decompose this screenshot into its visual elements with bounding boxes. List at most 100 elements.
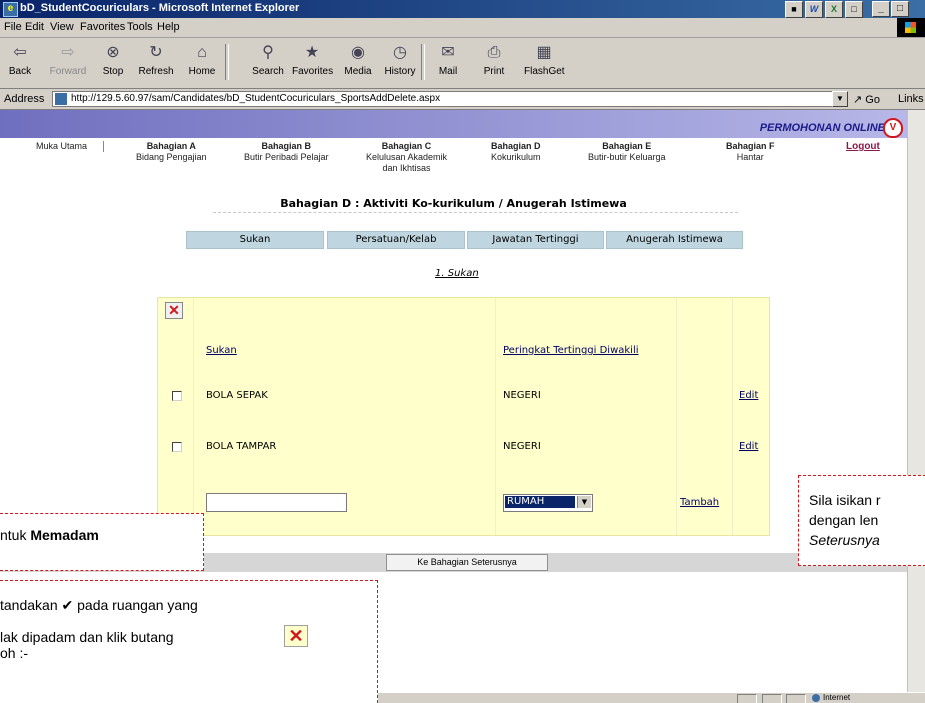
delete-icon: ✕ [284,625,308,647]
flashget-icon: ▦ [536,44,552,61]
browser-toolbar: ⇦ Back ⇨ Forward ⊗ Stop ↻ Refresh ⌂ Home… [0,38,925,89]
brand-logo-icon: V [883,118,903,138]
nav-bahagian-c[interactable]: Bahagian C Kelulusan Akademik dan Ikhtis… [366,141,447,174]
nav-muka-utama[interactable]: Muka Utama [36,141,87,152]
column-divider [193,298,194,535]
tab-anugerah-istimewa[interactable]: Anugerah Istimewa [606,231,743,249]
callout-line: Seterusnya [809,532,880,548]
window-title: bD_StudentCocuriculars - Microsoft Inter… [20,2,300,14]
column-divider [495,298,496,535]
window-icon[interactable]: □ [845,1,863,18]
toolbar-separator [225,44,229,80]
nav-item-title: Bahagian F [726,141,775,151]
nav-bahagian-e[interactable]: Bahagian E Butir-butir Keluarga [588,141,666,163]
address-url: http://129.5.60.97/sam/Candidates/bD_Stu… [71,93,441,104]
level-select[interactable]: RUMAH ▼ [503,494,593,512]
menu-file[interactable]: File [4,21,22,33]
edit-link[interactable]: Edit [739,441,758,452]
tab-persatuan-kelab[interactable]: Persatuan/Kelab [327,231,465,249]
address-dropdown-button[interactable]: ▼ [832,91,848,107]
print-button[interactable]: ⎙ Print [474,42,514,77]
tab-jawatan-tertinggi[interactable]: Jawatan Tertinggi [467,231,604,249]
menu-edit[interactable]: Edit [25,21,44,33]
refresh-button[interactable]: ↻ Refresh [136,42,176,77]
menu-help[interactable]: Help [157,21,180,33]
nav-bahagian-a[interactable]: Bahagian A Bidang Pengajian [136,141,207,163]
column-header-sukan[interactable]: Sukan [206,345,237,356]
new-sport-input[interactable] [206,493,347,512]
callout-bold-text: Memadam [30,527,99,543]
print-icon: ⎙ [487,44,501,61]
callout-line: Sila isikan r [809,492,881,508]
header-banner: PERMOHONAN ONLINE V [0,110,907,138]
row-checkbox[interactable] [172,442,182,452]
stop-button[interactable]: ⊗ Stop [93,42,133,77]
menu-tools[interactable]: Tools [127,21,153,33]
windows-logo-icon [897,18,925,37]
title-divider [213,212,738,213]
nav-item-sub: Bidang Pengajian [136,152,207,162]
excel-icon[interactable]: X [825,1,843,18]
favorites-icon: ★ [304,44,320,61]
row-checkbox[interactable] [172,391,182,401]
maximize-button[interactable]: □ [891,1,909,17]
back-button[interactable]: ⇦ Back [0,42,40,77]
print-label: Print [483,66,505,77]
nav-item-title: Bahagian A [146,141,196,151]
history-button[interactable]: ◷ History [380,42,420,77]
column-header-peringkat[interactable]: Peringkat Tertinggi Diwakili [503,345,639,356]
flashget-button[interactable]: ▦ FlashGet [524,42,565,77]
callout-delete-label: ntuk Memadam [0,513,204,571]
vertical-scrollbar[interactable] [907,110,925,692]
nav-item-title: Bahagian C [381,141,432,151]
nav-bahagian-b[interactable]: Bahagian B Butir Peribadi Pelajar [244,141,329,163]
chevron-down-icon[interactable]: ▼ [577,496,591,508]
forward-button[interactable]: ⇨ Forward [48,42,88,77]
mail-button[interactable]: ✉ Mail [428,42,468,77]
media-button[interactable]: ◉ Media [338,42,378,77]
search-button[interactable]: ⚲ Search [248,42,288,77]
toolbar-separator [421,44,425,80]
nav-item-title: Bahagian B [261,141,312,151]
nav-item-sub: Butir-butir Keluarga [588,152,666,162]
media-label: Media [344,66,372,77]
callout-line: dengan len [809,512,879,528]
table-cell-level: NEGERI [503,390,541,401]
nav-bahagian-f[interactable]: Bahagian F Hantar [726,141,775,163]
media-icon: ◉ [351,44,365,61]
history-label: History [384,66,416,77]
back-arrow-icon: ⇦ [13,44,27,61]
address-input[interactable]: http://129.5.60.97/sam/Candidates/bD_Stu… [52,91,838,107]
address-label: Address [4,93,45,105]
home-button[interactable]: ⌂ Home [182,42,222,77]
tab-sukan[interactable]: Sukan [186,231,324,249]
delete-button[interactable]: ✕ [165,302,183,319]
section-title: Bahagian D : Aktiviti Ko-kurikulum / Anu… [280,197,627,210]
links-button[interactable]: Links [898,93,924,105]
subsection-link-sukan[interactable]: 1. Sukan [435,268,479,279]
sports-table: ✕ Sukan Peringkat Tertinggi Diwakili BOL… [157,297,770,536]
menu-view[interactable]: View [50,21,74,33]
app-icon-yellow[interactable]: ■ [785,1,803,18]
nav-item-sub2: dan Ikhtisas [382,163,431,173]
minimize-button[interactable]: _ [872,1,890,17]
nav-item-sub: Hantar [736,152,764,162]
word-icon[interactable]: W [805,1,823,18]
main-nav: Muka Utama Bahagian A Bidang Pengajian B… [0,138,907,178]
status-zone-label: Internet [823,693,851,702]
stop-icon: ⊗ [106,44,120,61]
refresh-icon: ↻ [149,44,163,61]
nav-bahagian-d[interactable]: Bahagian D Kokurikulum [491,141,541,163]
logout-link[interactable]: Logout [846,141,880,152]
next-section-button[interactable]: Ke Bahagian Seterusnya [386,554,548,571]
taskbar-app-icons: ■ W X □ [785,1,863,18]
edit-link[interactable]: Edit [739,390,758,401]
column-divider [676,298,677,535]
favorites-button[interactable]: ★ Favorites [292,42,333,77]
nav-item-title: Bahagian E [602,141,652,151]
callout-line: oh :- [0,645,29,661]
go-button[interactable]: ↗ Go [853,93,880,106]
add-link[interactable]: Tambah [680,497,719,508]
menu-favorites[interactable]: Favorites [80,21,125,33]
nav-home-label: Muka Utama [36,141,88,151]
